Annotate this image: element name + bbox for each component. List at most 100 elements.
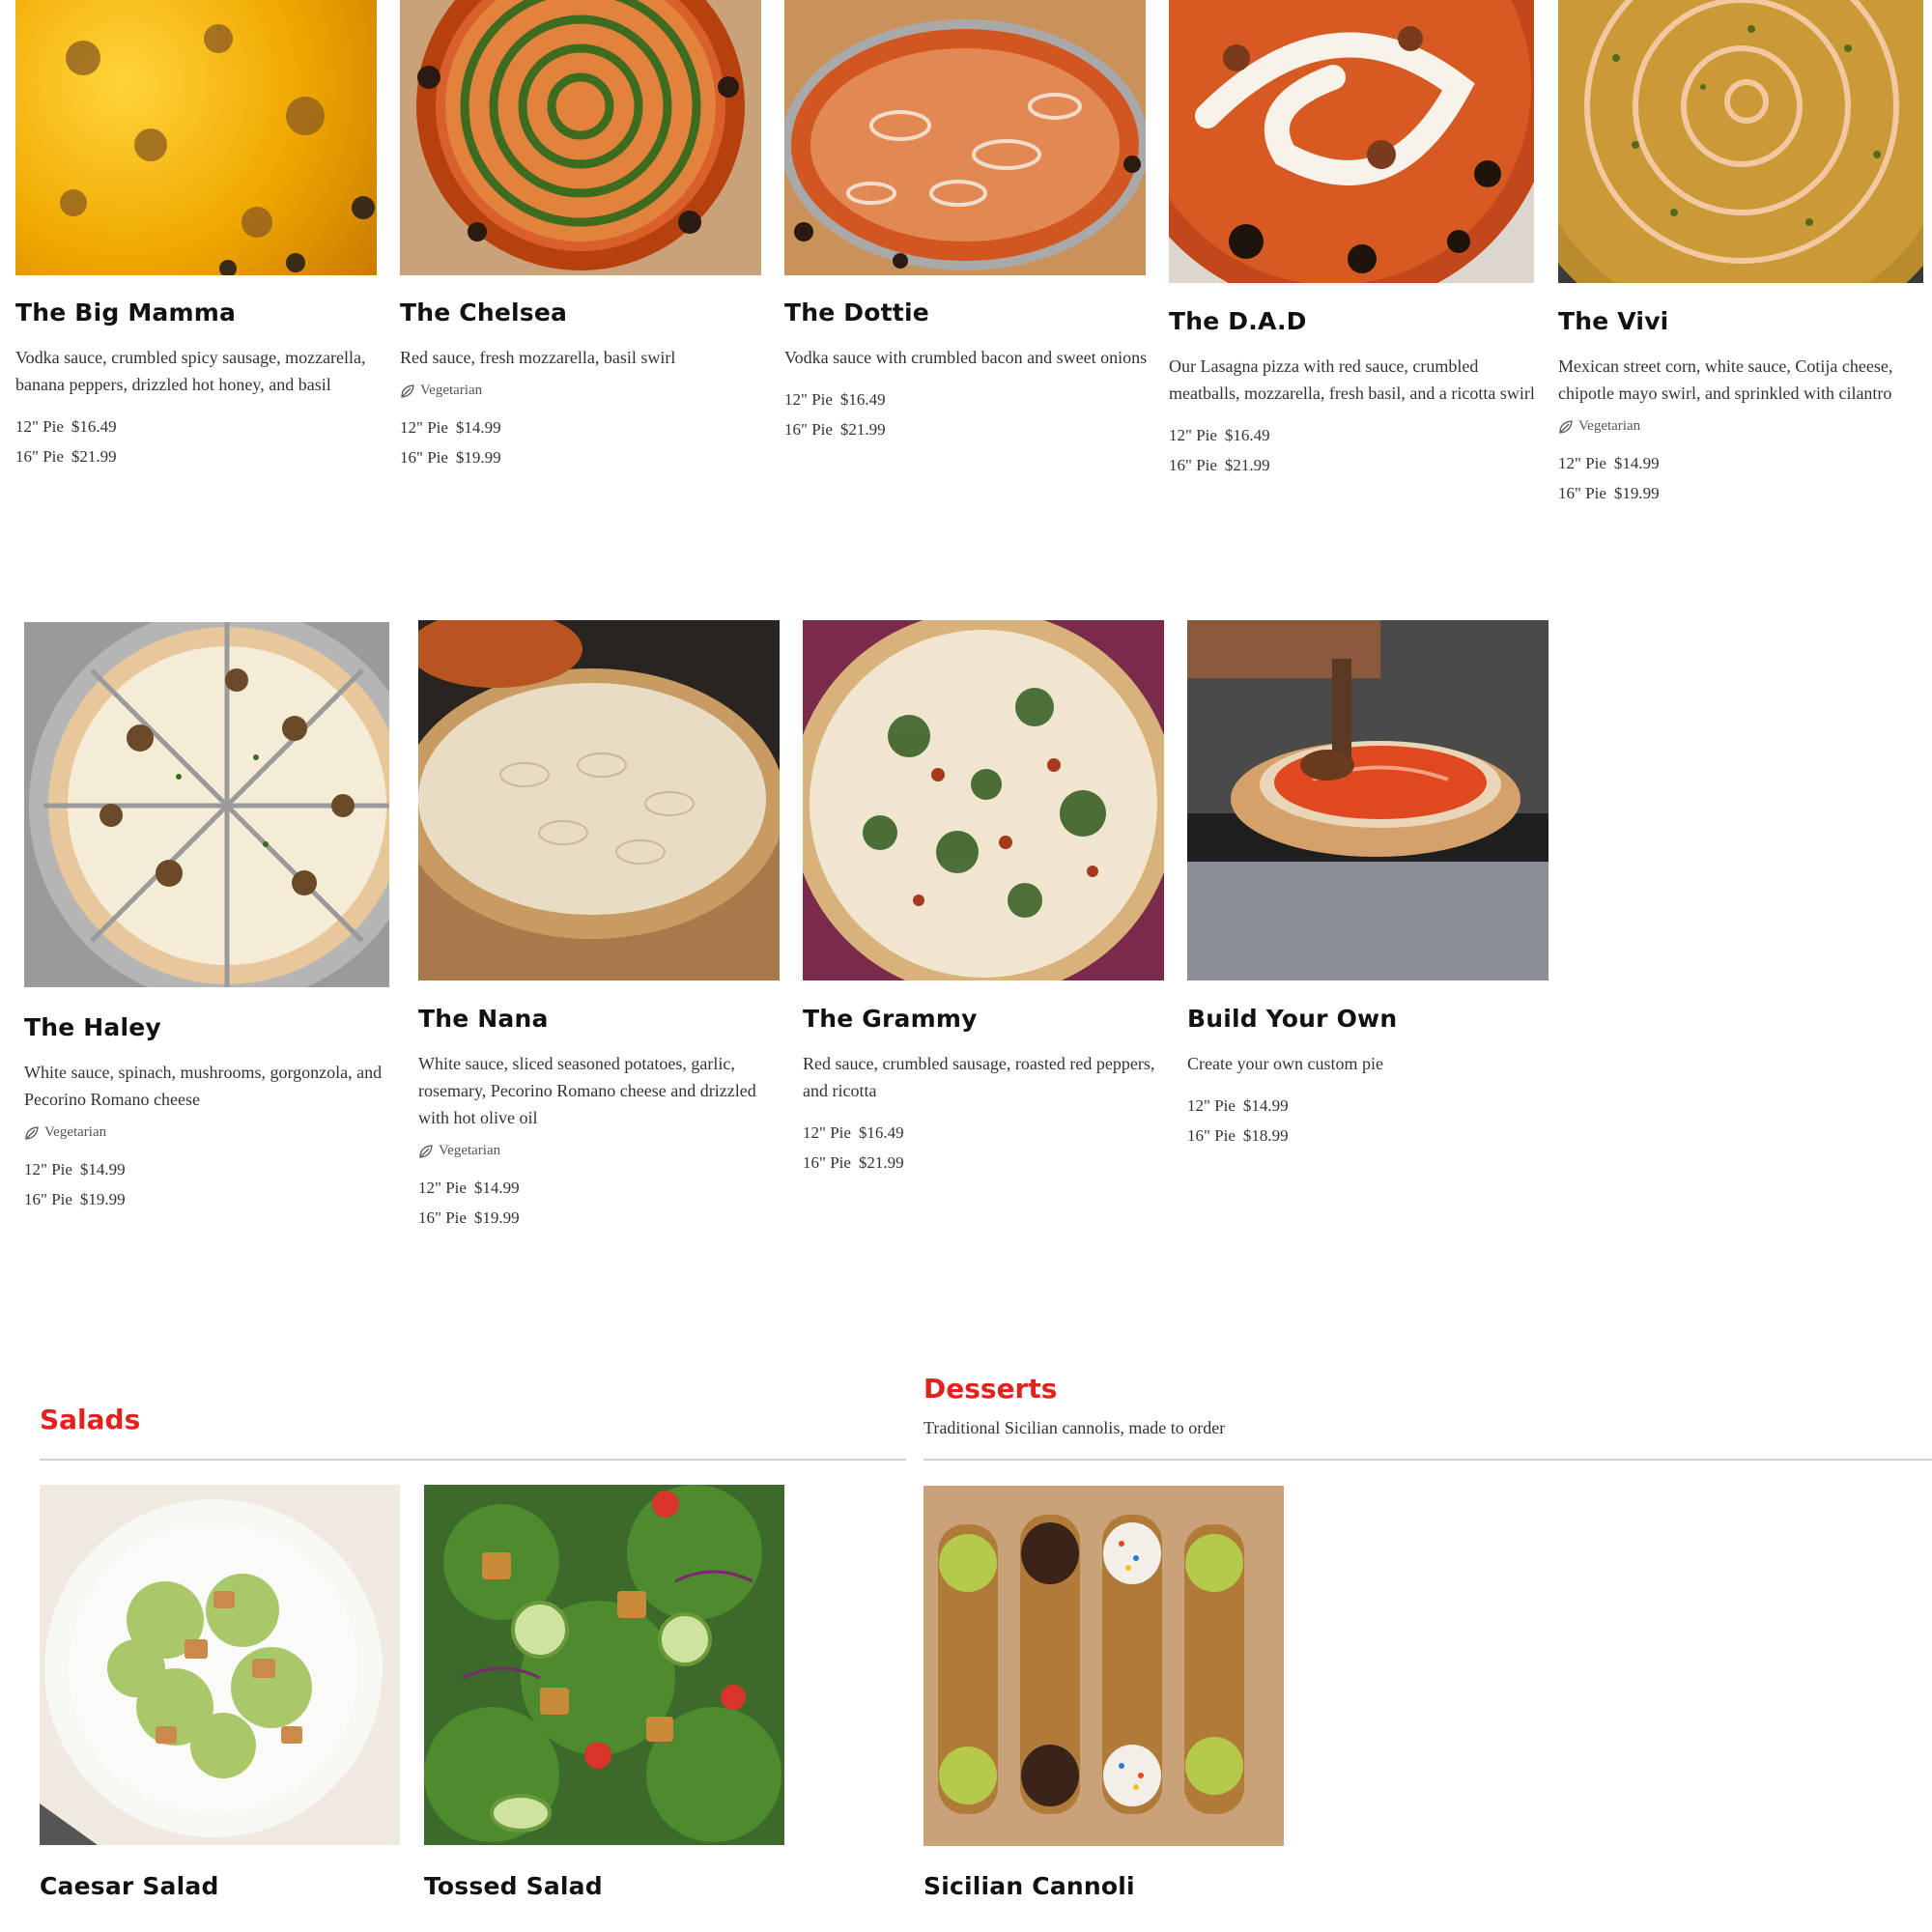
pizza-name: Build Your Own	[1187, 1005, 1398, 1033]
price-value: $19.99	[455, 448, 501, 467]
price-list: 12" Pie $14.99 16" Pie $19.99	[418, 1173, 785, 1233]
vegetarian-tag: Vegetarian	[418, 1143, 785, 1159]
price-size-label: 16" Pie	[418, 1208, 467, 1227]
salads-heading: Salads	[40, 1404, 141, 1435]
pizza-card[interactable]: The Vivi Mexican street corn, white sauc…	[1558, 307, 1925, 508]
price-value: $14.99	[473, 1179, 520, 1197]
vegetarian-label: Vegetarian	[44, 1124, 107, 1140]
big-mamma-photo	[15, 0, 377, 275]
price-value: $16.49	[1224, 426, 1270, 444]
haley-photo	[24, 622, 389, 987]
vegetarian-label: Vegetarian	[1578, 418, 1641, 434]
dad-photo	[1169, 0, 1534, 283]
desserts-heading: Desserts	[923, 1373, 1058, 1405]
pizza-name: The Chelsea	[400, 298, 568, 327]
pizza-card[interactable]: The Grammy Red sauce, crumbled sausage, …	[803, 1005, 1170, 1178]
price-list: 12" Pie $16.49 16" Pie $21.99	[803, 1118, 1170, 1178]
dessert-name: Sicilian Cannoli	[923, 1872, 1135, 1900]
price-size-label: 16" Pie	[24, 1190, 72, 1208]
price-list: 12" Pie $16.49 16" Pie $21.99	[1169, 420, 1536, 480]
leaf-icon	[418, 1144, 434, 1159]
salad-card[interactable]: Caesar Salad	[40, 1872, 407, 1900]
price-value: $16.49	[858, 1123, 904, 1142]
pizza-name: The Haley	[24, 1013, 161, 1041]
price-value: $19.99	[79, 1190, 126, 1208]
price-size-label: 16" Pie	[1558, 484, 1606, 502]
caesar-salad-photo	[40, 1485, 400, 1845]
leaf-icon	[400, 384, 415, 399]
price-value: $14.99	[79, 1160, 126, 1179]
dessert-card[interactable]: Sicilian Cannoli	[923, 1872, 1291, 1900]
price-size-label: 12" Pie	[418, 1179, 467, 1197]
price-value: $16.49	[71, 417, 117, 436]
pizza-card[interactable]: The Chelsea Red sauce, fresh mozzarella,…	[400, 298, 767, 472]
pizza-card[interactable]: The Haley White sauce, spinach, mushroom…	[24, 1013, 391, 1214]
price-list: 12" Pie $16.49 16" Pie $21.99	[784, 384, 1151, 444]
price-list: 12" Pie $14.99 16" Pie $19.99	[24, 1154, 391, 1214]
price-size-label: 16" Pie	[15, 447, 64, 466]
tossed-salad-photo	[424, 1485, 784, 1845]
pizza-card[interactable]: The Nana White sauce, sliced seasoned po…	[418, 1005, 785, 1233]
pizza-name: The D.A.D	[1169, 307, 1307, 335]
leaf-icon	[24, 1125, 40, 1141]
price-value: $21.99	[1224, 456, 1270, 474]
pizza-description: Vodka sauce with crumbled bacon and swee…	[784, 348, 1148, 367]
cannoli-photo	[923, 1486, 1284, 1846]
pizza-description: White sauce, sliced seasoned potatoes, g…	[418, 1054, 756, 1127]
vegetarian-label: Vegetarian	[420, 383, 483, 398]
price-size-label: 16" Pie	[784, 420, 833, 439]
nana-photo	[418, 620, 780, 980]
price-size-label: 16" Pie	[803, 1153, 851, 1172]
price-size-label: 12" Pie	[15, 417, 64, 436]
price-size-label: 12" Pie	[1187, 1096, 1236, 1115]
pizza-description: Our Lasagna pizza with red sauce, crumbl…	[1169, 356, 1535, 403]
price-size-label: 12" Pie	[400, 418, 448, 437]
pizza-name: The Vivi	[1558, 307, 1669, 335]
price-value: $21.99	[858, 1153, 904, 1172]
price-list: 12" Pie $14.99 16" Pie $18.99	[1187, 1091, 1554, 1151]
price-value: $14.99	[455, 418, 501, 437]
price-value: $19.99	[473, 1208, 520, 1227]
salad-card[interactable]: Tossed Salad	[424, 1872, 791, 1900]
price-value: $21.99	[71, 447, 117, 466]
pizza-name: The Dottie	[784, 298, 929, 327]
pizza-description: Mexican street corn, white sauce, Cotija…	[1558, 356, 1893, 403]
pizza-description: Vodka sauce, crumbled spicy sausage, moz…	[15, 348, 366, 394]
price-size-label: 12" Pie	[1169, 426, 1217, 444]
price-size-label: 12" Pie	[24, 1160, 72, 1179]
leaf-icon	[1558, 419, 1574, 435]
chelsea-photo	[400, 0, 761, 275]
vegetarian-tag: Vegetarian	[1558, 418, 1925, 435]
grammy-photo	[803, 620, 1164, 980]
dottie-photo	[784, 0, 1146, 275]
price-value: $14.99	[1242, 1096, 1289, 1115]
pizza-card[interactable]: Build Your Own Create your own custom pi…	[1187, 1005, 1554, 1151]
price-list: 12" Pie $16.49 16" Pie $21.99	[15, 412, 383, 471]
vegetarian-tag: Vegetarian	[24, 1124, 391, 1141]
build-your-own-photo	[1187, 620, 1548, 980]
pizza-name: The Big Mamma	[15, 298, 237, 327]
pizza-description: Red sauce, fresh mozzarella, basil swirl	[400, 348, 676, 367]
pizza-description: Create your own custom pie	[1187, 1054, 1383, 1073]
pizza-card[interactable]: The D.A.D Our Lasagna pizza with red sau…	[1169, 307, 1536, 480]
pizza-description: Red sauce, crumbled sausage, roasted red…	[803, 1054, 1155, 1100]
desserts-subtitle: Traditional Sicilian cannolis, made to o…	[923, 1418, 1226, 1437]
price-list: 12" Pie $14.99 16" Pie $19.99	[400, 412, 767, 472]
price-value: $14.99	[1613, 454, 1660, 472]
price-size-label: 12" Pie	[1558, 454, 1606, 472]
vegetarian-tag: Vegetarian	[400, 383, 767, 399]
price-list: 12" Pie $14.99 16" Pie $19.99	[1558, 448, 1925, 508]
desserts-divider	[923, 1459, 1932, 1461]
salad-name: Tossed Salad	[424, 1872, 603, 1900]
pizza-card[interactable]: The Dottie Vodka sauce with crumbled bac…	[784, 298, 1151, 444]
price-size-label: 12" Pie	[784, 390, 833, 409]
pizza-card[interactable]: The Big Mamma Vodka sauce, crumbled spic…	[15, 298, 383, 471]
salads-divider	[40, 1459, 906, 1461]
price-size-label: 16" Pie	[1187, 1126, 1236, 1145]
price-size-label: 16" Pie	[400, 448, 448, 467]
price-size-label: 16" Pie	[1169, 456, 1217, 474]
salad-name: Caesar Salad	[40, 1872, 219, 1900]
vivi-photo	[1558, 0, 1923, 283]
pizza-description: White sauce, spinach, mushrooms, gorgonz…	[24, 1063, 383, 1109]
vegetarian-label: Vegetarian	[439, 1143, 501, 1158]
